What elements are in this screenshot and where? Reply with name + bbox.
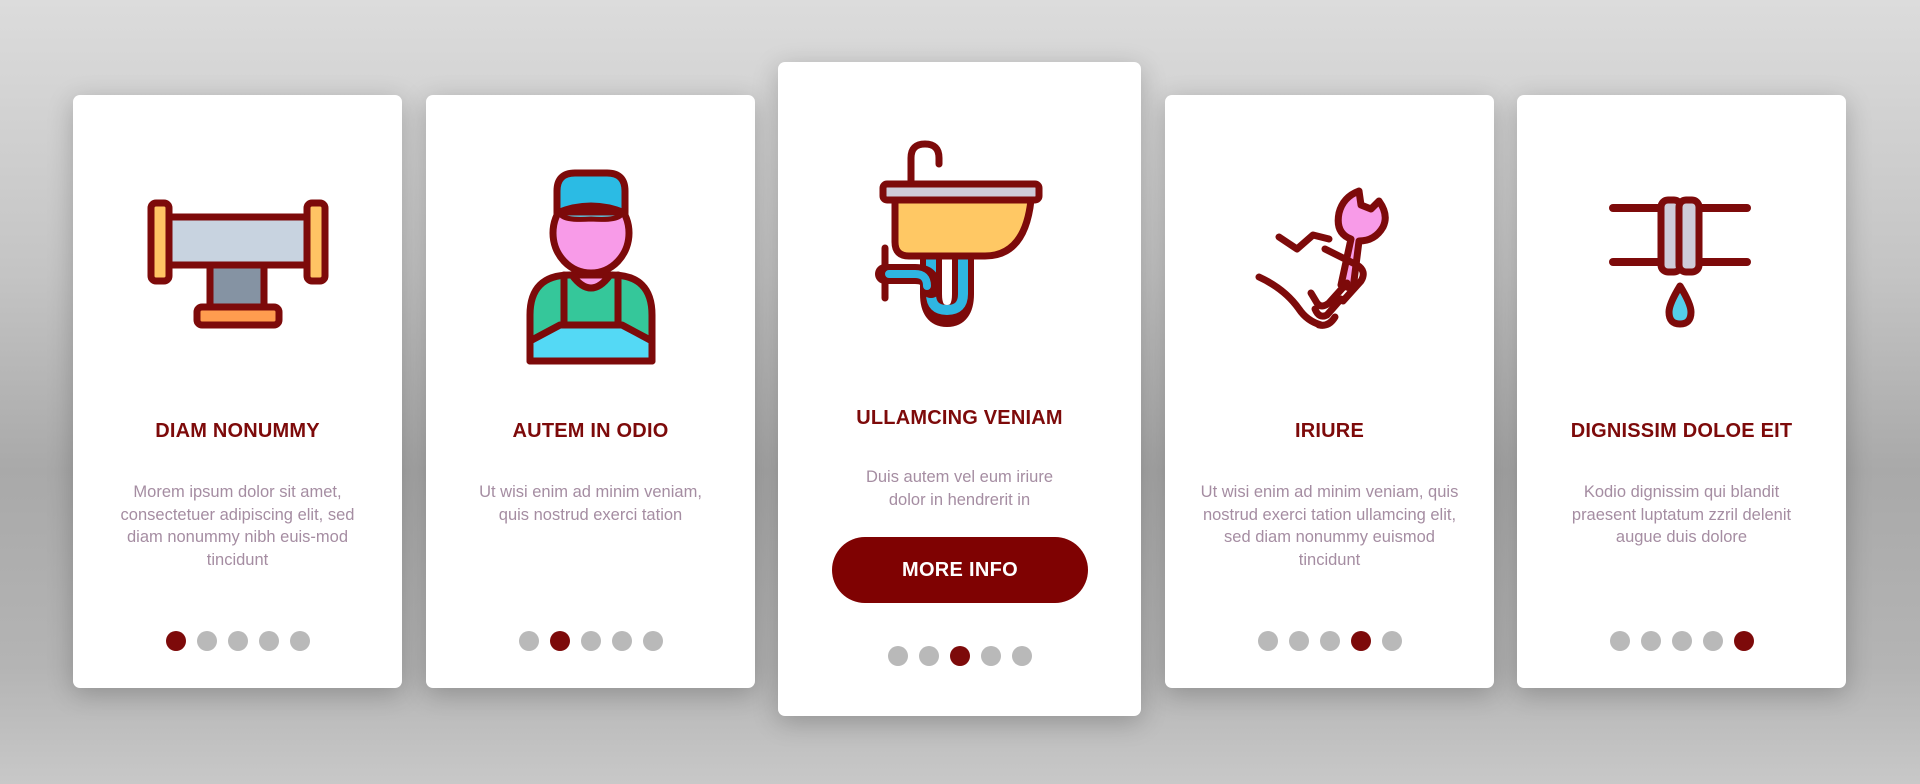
card-icon-container xyxy=(73,155,402,375)
page-dot-4[interactable] xyxy=(1350,631,1371,651)
card-description: Kodio dignissim qui blandit praesent lup… xyxy=(1571,483,1792,546)
page-dot-1[interactable] xyxy=(887,646,908,666)
page-dot-3[interactable] xyxy=(227,631,248,651)
page-dot-4[interactable] xyxy=(258,631,279,651)
pagination-dots xyxy=(426,631,755,651)
page-dot-3[interactable] xyxy=(949,646,970,666)
onboarding-card-4: IRIURE Ut wisi enim ad minim veniam, qui… xyxy=(1165,95,1494,688)
page-dot-3[interactable] xyxy=(1319,631,1340,651)
pipe-tee-icon xyxy=(147,199,328,329)
page-dot-5[interactable] xyxy=(1733,631,1754,651)
page-dot-3[interactable] xyxy=(1671,631,1692,651)
onboarding-card-1: DIAM NONUMMY Morem ipsum dolor sit amet,… xyxy=(73,95,402,688)
card-description: Morem ipsum dolor sit amet, consectetuer… xyxy=(120,483,355,569)
plumber-worker-icon xyxy=(526,169,655,365)
page-dot-4[interactable] xyxy=(611,631,632,651)
card-title: AUTEM IN ODIO xyxy=(512,420,669,442)
card-description: Ut wisi enim ad minim veniam, quis nostr… xyxy=(479,483,702,524)
page-dot-1[interactable] xyxy=(1257,631,1278,651)
card-icon-container xyxy=(1517,155,1846,375)
card-title: DIAM NONUMMY xyxy=(155,420,320,442)
page-dot-5[interactable] xyxy=(642,631,663,651)
card-title: DIGNISSIM DOLOE EIT xyxy=(1570,420,1793,442)
card-icon-container xyxy=(1165,155,1494,375)
card-title: ULLAMCING VENIAM xyxy=(856,407,1063,429)
page-dot-1[interactable] xyxy=(1609,631,1630,651)
pagination-dots xyxy=(73,631,402,651)
card-icon-container xyxy=(778,138,1141,338)
more-info-button[interactable]: MORE INFO xyxy=(832,537,1088,603)
page-dot-2[interactable] xyxy=(1288,631,1309,651)
leaking-pipe-icon xyxy=(1608,196,1751,328)
card-description: Ut wisi enim ad minim veniam, quis nostr… xyxy=(1200,483,1459,569)
hand-wrench-icon xyxy=(1255,187,1389,329)
card-title: IRIURE xyxy=(1295,420,1364,442)
card-description: Duis autem vel eum iriure dolor in hendr… xyxy=(865,468,1054,509)
page-dot-4[interactable] xyxy=(980,646,1001,666)
onboarding-card-2: AUTEM IN ODIO Ut wisi enim ad minim veni… xyxy=(426,95,755,688)
pagination-dots xyxy=(1517,631,1846,651)
page-dot-2[interactable] xyxy=(1640,631,1661,651)
page-dot-5[interactable] xyxy=(1011,646,1032,666)
page-dot-3[interactable] xyxy=(580,631,601,651)
page-dot-2[interactable] xyxy=(549,631,570,651)
page-dot-1[interactable] xyxy=(165,631,186,651)
page-dot-2[interactable] xyxy=(918,646,939,666)
page-dot-2[interactable] xyxy=(196,631,217,651)
page-dot-4[interactable] xyxy=(1702,631,1723,651)
onboarding-card-3: ULLAMCING VENIAM Duis autem vel eum iriu… xyxy=(778,62,1141,716)
card-icon-container xyxy=(426,155,755,375)
page-dot-1[interactable] xyxy=(518,631,539,651)
onboarding-card-5: DIGNISSIM DOLOE EIT Kodio dignissim qui … xyxy=(1517,95,1846,688)
page-dot-5[interactable] xyxy=(1381,631,1402,651)
pagination-dots xyxy=(1165,631,1494,651)
sink-icon xyxy=(874,140,1042,327)
page-dot-5[interactable] xyxy=(289,631,310,651)
pagination-dots xyxy=(778,646,1141,666)
